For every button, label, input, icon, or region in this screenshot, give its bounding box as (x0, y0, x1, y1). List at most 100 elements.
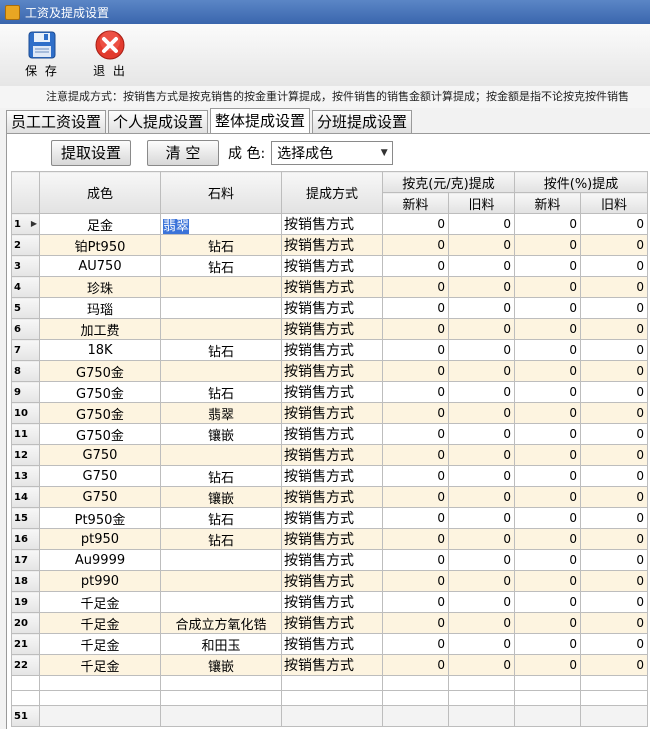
stone-cell[interactable] (160, 444, 282, 466)
gram-old-cell[interactable]: 0 (448, 507, 515, 529)
piece-old-cell[interactable]: 0 (580, 591, 648, 613)
piece-old-cell[interactable]: 0 (580, 276, 648, 298)
piece-old-cell[interactable]: 0 (580, 528, 648, 550)
gram-new-cell[interactable]: 0 (382, 339, 449, 361)
color-cell[interactable]: AU750 (39, 255, 161, 277)
exit-button[interactable]: 退 出 (86, 30, 134, 79)
piece-new-cell[interactable]: 0 (514, 654, 581, 676)
table-row[interactable]: 1 ▶ 足金 翡翠 按销售方式 0 0 0 0 (11, 213, 648, 235)
table-row[interactable]: 17 Au9999 按销售方式 0 0 0 0 (11, 549, 648, 571)
stone-cell[interactable] (160, 570, 282, 592)
color-cell[interactable]: G750金 (39, 360, 161, 382)
gram-new-cell[interactable]: 0 (382, 528, 449, 550)
gram-new-cell[interactable]: 0 (382, 465, 449, 487)
table-row[interactable]: 19 千足金 按销售方式 0 0 0 0 (11, 591, 648, 613)
gram-new-cell[interactable]: 0 (382, 444, 449, 466)
piece-new-cell[interactable]: 0 (514, 570, 581, 592)
table-row[interactable]: 9 G750金 钻石 按销售方式 0 0 0 0 (11, 381, 648, 403)
color-cell[interactable]: G750 (39, 486, 161, 508)
piece-new-cell[interactable]: 0 (514, 213, 581, 235)
gram-old-cell[interactable]: 0 (448, 633, 515, 655)
piece-old-cell[interactable]: 0 (580, 444, 648, 466)
gram-old-column-header[interactable]: 旧料 (448, 192, 515, 214)
gram-new-cell[interactable]: 0 (382, 360, 449, 382)
fetch-settings-button[interactable]: 提取设置 (51, 140, 131, 166)
stone-cell[interactable] (160, 549, 282, 571)
color-cell[interactable]: 18K (39, 339, 161, 361)
piece-old-cell[interactable]: 0 (580, 213, 648, 235)
piece-old-cell[interactable]: 0 (580, 255, 648, 277)
method-cell[interactable]: 按销售方式 (281, 213, 383, 235)
color-cell[interactable]: 千足金 (39, 612, 161, 634)
stone-cell[interactable]: 钻石 (160, 528, 282, 550)
stone-cell[interactable]: 翡翠 (160, 213, 282, 235)
piece-new-cell[interactable]: 0 (514, 444, 581, 466)
gram-new-cell[interactable]: 0 (382, 234, 449, 256)
table-row[interactable]: 8 G750金 按销售方式 0 0 0 0 (11, 360, 648, 382)
table-row[interactable]: 11 G750金 镶嵌 按销售方式 0 0 0 0 (11, 423, 648, 445)
table-row[interactable]: 13 G750 钻石 按销售方式 0 0 0 0 (11, 465, 648, 487)
gram-old-cell[interactable]: 0 (448, 276, 515, 298)
piece-new-cell[interactable]: 0 (514, 255, 581, 277)
gram-old-cell[interactable]: 0 (448, 612, 515, 634)
table-row[interactable]: 6 加工费 按销售方式 0 0 0 0 (11, 318, 648, 340)
method-cell[interactable]: 按销售方式 (281, 402, 383, 424)
table-row[interactable]: 10 G750金 翡翠 按销售方式 0 0 0 0 (11, 402, 648, 424)
gram-old-cell[interactable]: 0 (448, 654, 515, 676)
gram-old-cell[interactable]: 0 (448, 591, 515, 613)
gram-new-cell[interactable]: 0 (382, 276, 449, 298)
piece-old-cell[interactable]: 0 (580, 633, 648, 655)
stone-cell[interactable]: 镶嵌 (160, 423, 282, 445)
gram-old-cell[interactable]: 0 (448, 381, 515, 403)
gram-new-cell[interactable]: 0 (382, 633, 449, 655)
save-button[interactable]: 保 存 (18, 30, 66, 79)
stone-cell[interactable]: 和田玉 (160, 633, 282, 655)
color-cell[interactable]: pt950 (39, 528, 161, 550)
gram-old-cell[interactable]: 0 (448, 339, 515, 361)
gram-old-cell[interactable]: 0 (448, 549, 515, 571)
table-row[interactable]: 3 AU750 钻石 按销售方式 0 0 0 0 (11, 255, 648, 277)
method-cell[interactable]: 按销售方式 (281, 276, 383, 298)
gram-old-cell[interactable]: 0 (448, 528, 515, 550)
color-cell[interactable]: G750金 (39, 423, 161, 445)
method-cell[interactable]: 按销售方式 (281, 465, 383, 487)
gram-old-cell[interactable]: 0 (448, 213, 515, 235)
table-row[interactable]: 18 pt990 按销售方式 0 0 0 0 (11, 570, 648, 592)
method-cell[interactable]: 按销售方式 (281, 549, 383, 571)
piece-old-cell[interactable]: 0 (580, 339, 648, 361)
color-column-header[interactable]: 成色 (39, 171, 161, 214)
piece-old-cell[interactable]: 0 (580, 465, 648, 487)
table-row[interactable]: 12 G750 按销售方式 0 0 0 0 (11, 444, 648, 466)
piece-old-cell[interactable]: 0 (580, 360, 648, 382)
tab-personal-commission[interactable]: 个人提成设置 (108, 110, 209, 133)
gram-new-cell[interactable]: 0 (382, 612, 449, 634)
stone-cell[interactable]: 钻石 (160, 507, 282, 529)
color-cell[interactable]: pt990 (39, 570, 161, 592)
stone-cell[interactable]: 钻石 (160, 234, 282, 256)
color-cell[interactable]: Au9999 (39, 549, 161, 571)
piece-new-cell[interactable]: 0 (514, 339, 581, 361)
method-cell[interactable]: 按销售方式 (281, 444, 383, 466)
gram-old-cell[interactable]: 0 (448, 318, 515, 340)
gram-old-cell[interactable]: 0 (448, 402, 515, 424)
piece-new-cell[interactable]: 0 (514, 486, 581, 508)
gram-new-cell[interactable]: 0 (382, 591, 449, 613)
method-cell[interactable]: 按销售方式 (281, 234, 383, 256)
color-cell[interactable]: 千足金 (39, 591, 161, 613)
gram-new-cell[interactable]: 0 (382, 255, 449, 277)
gram-old-cell[interactable]: 0 (448, 486, 515, 508)
piece-old-cell[interactable]: 0 (580, 486, 648, 508)
gram-new-cell[interactable]: 0 (382, 318, 449, 340)
gram-old-cell[interactable]: 0 (448, 234, 515, 256)
piece-old-cell[interactable]: 0 (580, 570, 648, 592)
color-cell[interactable]: G750金 (39, 402, 161, 424)
method-cell[interactable]: 按销售方式 (281, 591, 383, 613)
tab-shift-commission[interactable]: 分班提成设置 (312, 110, 413, 133)
stone-cell[interactable]: 钻石 (160, 255, 282, 277)
method-cell[interactable]: 按销售方式 (281, 570, 383, 592)
table-row[interactable]: 14 G750 镶嵌 按销售方式 0 0 0 0 (11, 486, 648, 508)
stone-cell[interactable] (160, 591, 282, 613)
piece-new-cell[interactable]: 0 (514, 360, 581, 382)
stone-cell[interactable]: 翡翠 (160, 402, 282, 424)
stone-column-header[interactable]: 石料 (160, 171, 282, 214)
